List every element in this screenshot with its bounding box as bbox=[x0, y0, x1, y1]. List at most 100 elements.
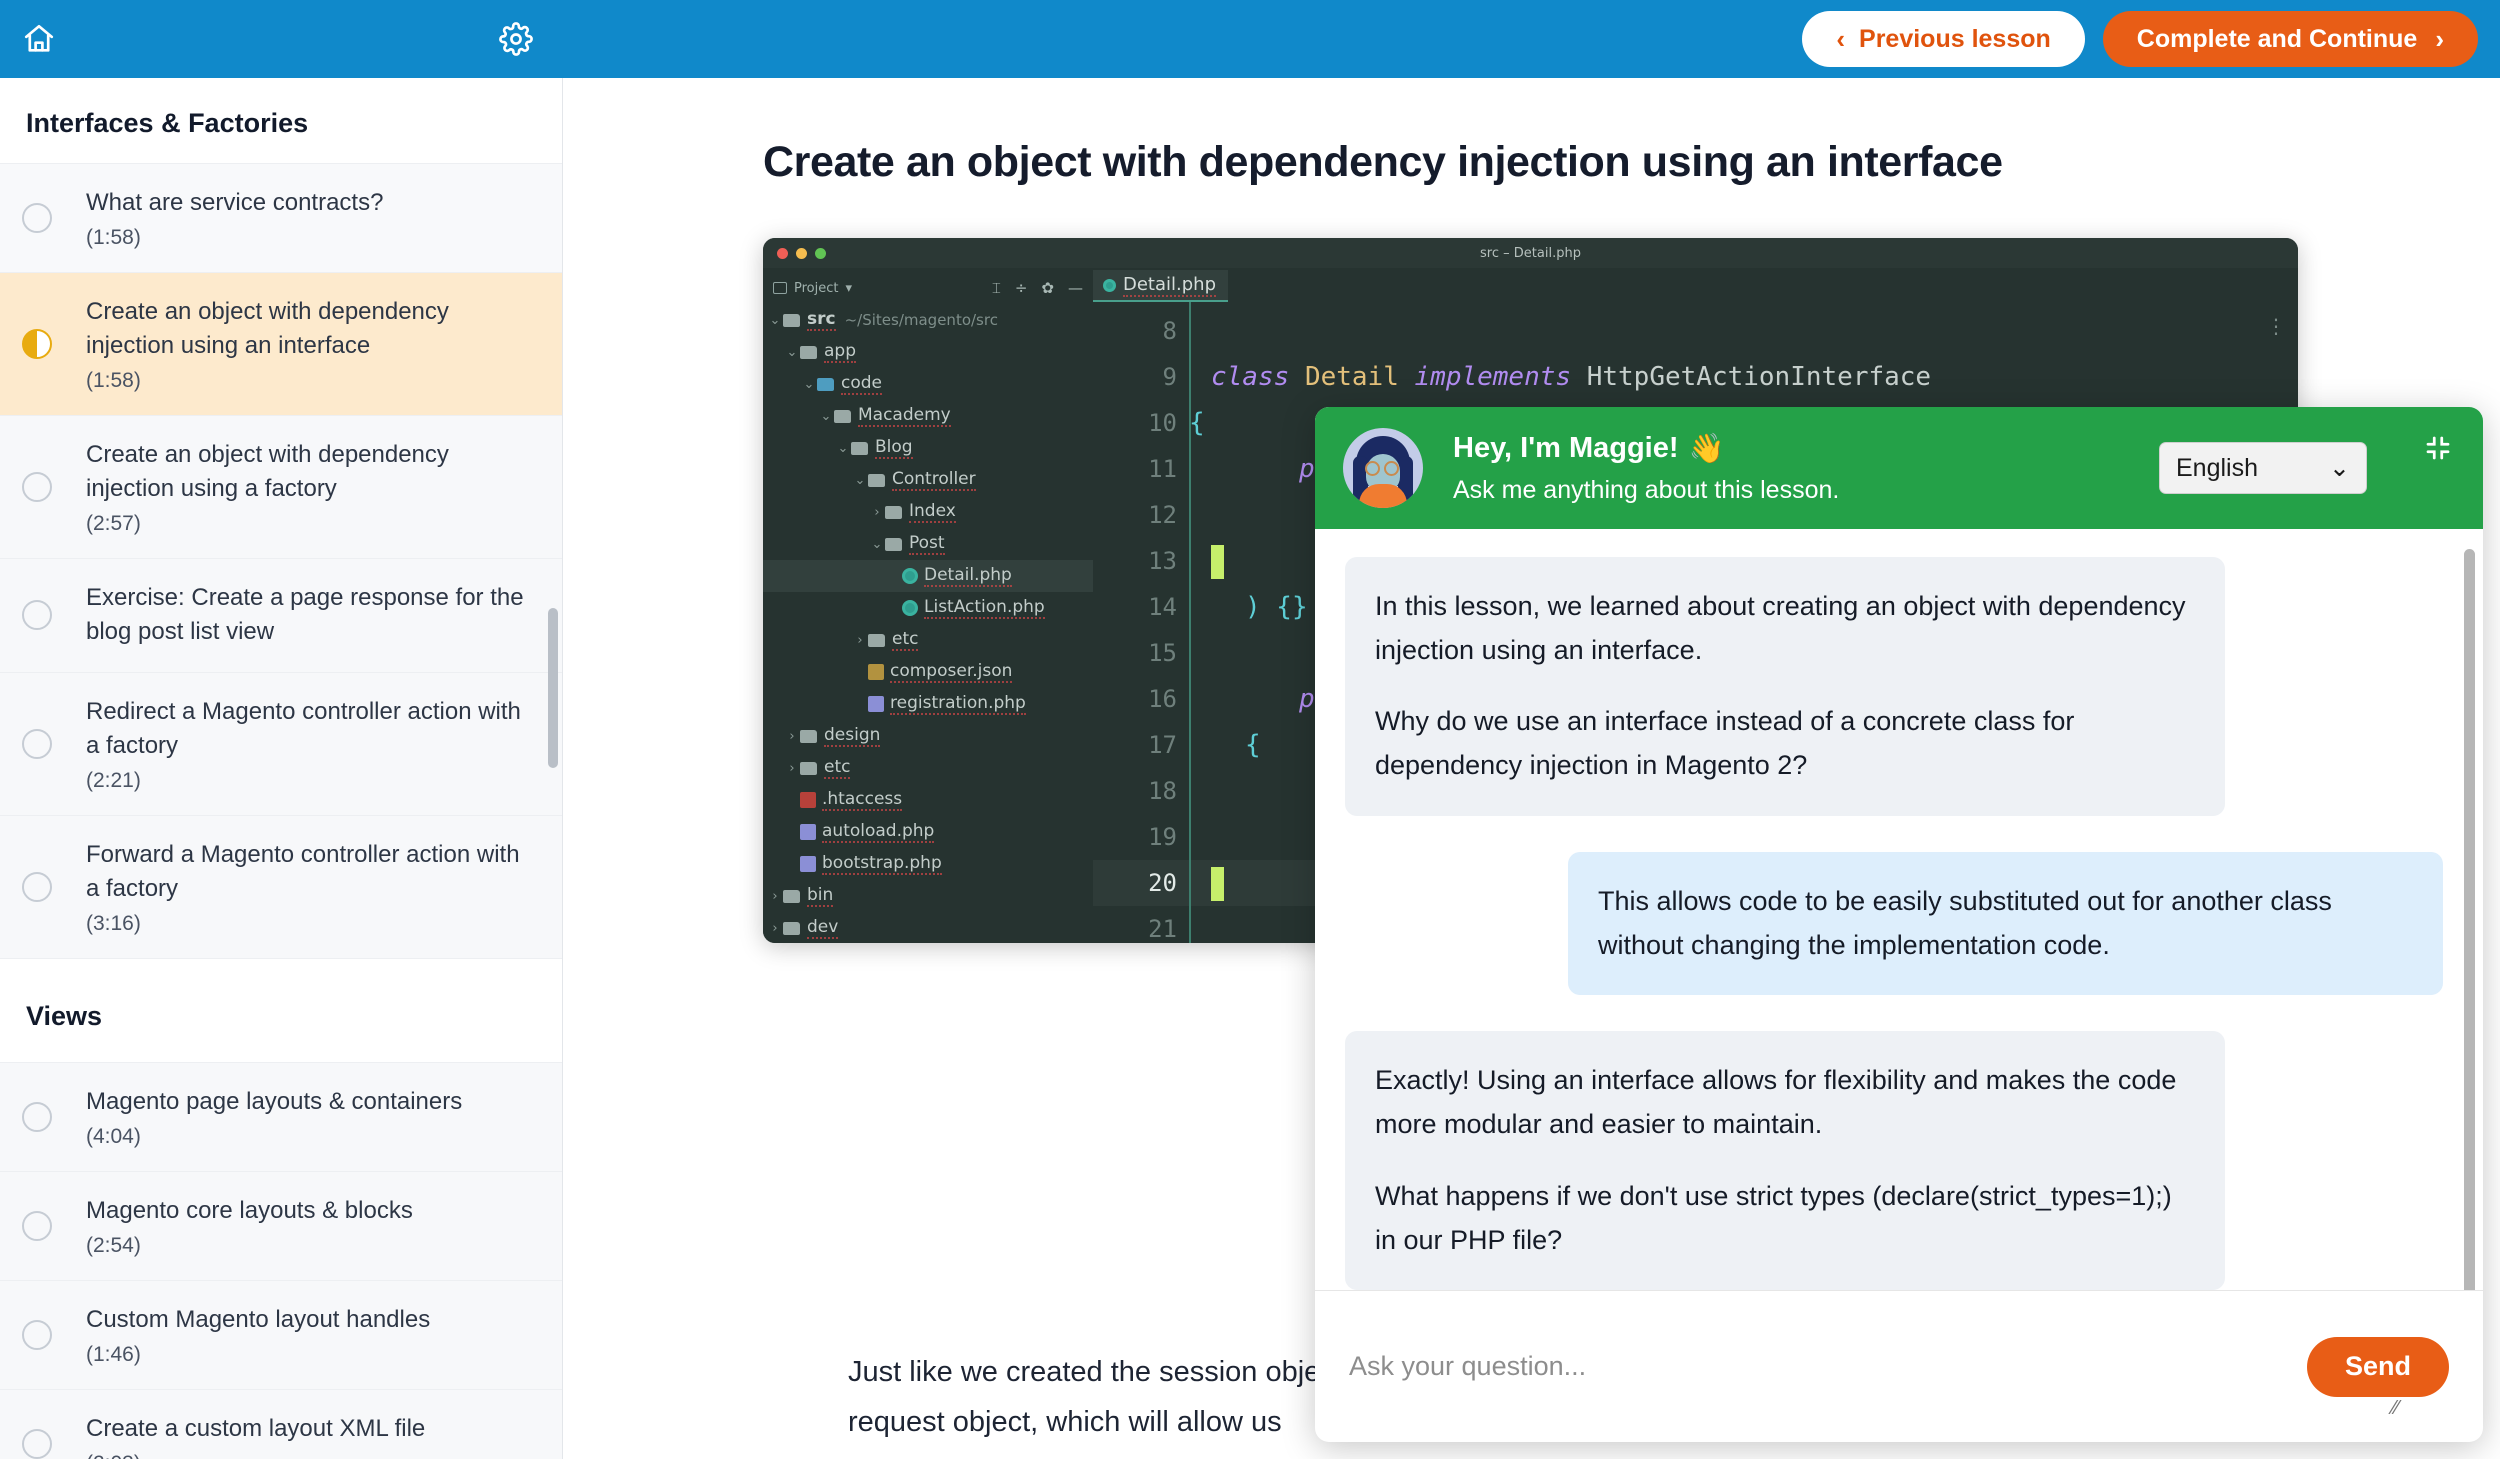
ide-tree-row[interactable]: .htaccess bbox=[763, 784, 1093, 816]
sidebar-item-text: Redirect a Magento controller action wit… bbox=[86, 695, 536, 793]
ide-tree-row[interactable]: ⌄ Post bbox=[763, 528, 1093, 560]
chat-message-paragraph: What happens if we don't use strict type… bbox=[1375, 1180, 2172, 1255]
chat-question-input[interactable] bbox=[1349, 1321, 2307, 1412]
sidebar-item-lesson[interactable]: Magento page layouts & containers (4:04) bbox=[0, 1063, 562, 1172]
sidebar-item-lesson[interactable]: Create a custom layout XML file (2:03) bbox=[0, 1390, 562, 1459]
ide-title-bar: src – Detail.php bbox=[763, 238, 2298, 268]
ide-tree-row[interactable]: ⌄ Blog bbox=[763, 432, 1093, 464]
sidebar-item-lesson[interactable]: Forward a Magento controller action with… bbox=[0, 816, 562, 959]
ide-tree-row[interactable]: ⌄ Controller bbox=[763, 464, 1093, 496]
sidebar-item-duration: (3:16) bbox=[86, 911, 141, 935]
complete-and-continue-button[interactable]: Complete and Continue › bbox=[2102, 11, 2478, 67]
maggie-greeting: Hey, I'm Maggie! bbox=[1453, 432, 1679, 464]
json-file-icon bbox=[868, 664, 884, 680]
folder-icon bbox=[783, 889, 800, 903]
sidebar-item-duration: (2:54) bbox=[86, 1234, 141, 1258]
chat-message-bot: In this lesson, we learned about creatin… bbox=[1345, 557, 2225, 816]
sidebar-item-label: Create a custom layout XML file bbox=[86, 1415, 426, 1443]
sidebar-scrollbar-thumb[interactable] bbox=[548, 608, 558, 768]
previous-lesson-label: Previous lesson bbox=[1859, 24, 2051, 53]
maggie-greeting-row: Hey, I'm Maggie! 👋 bbox=[1453, 432, 1839, 466]
gear-icon[interactable] bbox=[499, 22, 533, 56]
chat-message-paragraph: Exactly! Using an interface allows for f… bbox=[1375, 1065, 2177, 1140]
sidebar-item-text: Create a custom layout XML file (2:03) bbox=[86, 1412, 536, 1459]
progress-empty-icon bbox=[22, 1429, 52, 1459]
ide-line-number: 9 bbox=[1162, 363, 1177, 391]
ide-tree-label: .htaccess bbox=[822, 789, 903, 811]
chevron-right-icon: › bbox=[789, 728, 795, 744]
progress-empty-icon bbox=[22, 472, 52, 503]
ide-tree-row[interactable]: ⌄ src ~/Sites/magento/src bbox=[763, 304, 1093, 336]
ide-tree-label: Controller bbox=[892, 469, 976, 491]
sidebar-item-duration: (1:58) bbox=[86, 369, 141, 393]
ide-tree-row[interactable]: › bin bbox=[763, 880, 1093, 912]
ide-tree-row[interactable]: › dev bbox=[763, 912, 1093, 943]
php-class-icon bbox=[902, 600, 918, 616]
ide-tree-row[interactable]: ⌄ app bbox=[763, 336, 1093, 368]
sidebar-item-label: Redirect a Magento controller action wit… bbox=[86, 697, 521, 759]
sidebar-item-label: Exercise: Create a page response for the… bbox=[86, 584, 524, 646]
sidebar-item-label: Create an object with dependency injecti… bbox=[86, 441, 449, 503]
ide-tree-row[interactable]: Detail.php bbox=[763, 560, 1093, 592]
sidebar-item-text: Magento page layouts & containers (4:04) bbox=[86, 1085, 536, 1149]
sidebar-item-lesson[interactable]: Custom Magento layout handles (1:46) bbox=[0, 1281, 562, 1391]
progress-empty-icon bbox=[22, 1210, 52, 1241]
ide-tree-label: Index bbox=[909, 501, 956, 523]
previous-lesson-button[interactable]: ‹ Previous lesson bbox=[1802, 11, 2085, 67]
chevron-right-icon: › bbox=[772, 888, 778, 904]
ide-tree-row[interactable]: ⌄ Macademy bbox=[763, 400, 1093, 432]
ide-tree-row[interactable]: composer.json bbox=[763, 656, 1093, 688]
sidebar-item-lesson[interactable]: Magento core layouts & blocks (2:54) bbox=[0, 1172, 562, 1282]
ide-tree-toolbar-icons: ⌶ ÷ ✿ — bbox=[992, 279, 1083, 297]
ide-tree-row[interactable]: autoload.php bbox=[763, 816, 1093, 848]
ide-tree-row[interactable]: › etc bbox=[763, 752, 1093, 784]
chevron-right-icon: › bbox=[874, 504, 880, 520]
progress-empty-icon bbox=[22, 1320, 52, 1351]
sidebar-item-lesson[interactable]: Create an object with dependency injecti… bbox=[0, 273, 562, 417]
ide-tree-row[interactable]: ListAction.php bbox=[763, 592, 1093, 624]
ide-line-number: 11 bbox=[1148, 455, 1177, 483]
sidebar-item-lesson[interactable]: Redirect a Magento controller action wit… bbox=[0, 673, 562, 816]
ide-line-number: 20 bbox=[1093, 860, 1189, 906]
chevron-down-icon: ⌄ bbox=[2329, 454, 2350, 482]
sidebar-item-lesson[interactable]: Exercise: Create a page response for the… bbox=[0, 559, 562, 673]
ide-tree-label: src bbox=[807, 309, 836, 331]
language-select[interactable]: English ⌄ bbox=[2159, 442, 2367, 494]
ide-line-number: 21 bbox=[1148, 915, 1177, 943]
ide-tree-label: Macademy bbox=[858, 405, 951, 427]
course-sidebar[interactable]: Interfaces & Factories What are service c… bbox=[0, 78, 563, 1459]
ide-window-title: src – Detail.php bbox=[1480, 245, 1581, 261]
sidebar-item-text: What are service contracts? (1:58) bbox=[86, 186, 536, 250]
ide-tree-row[interactable]: bootstrap.php bbox=[763, 848, 1093, 880]
ide-code-line bbox=[1189, 308, 2298, 354]
sidebar-item-lesson[interactable]: Create an object with dependency injecti… bbox=[0, 416, 562, 560]
minimize-icon: — bbox=[1068, 279, 1083, 297]
maggie-chat-input-row: Send ⁄⁄ bbox=[1315, 1290, 2483, 1442]
progress-empty-icon bbox=[22, 871, 52, 902]
project-panel-icon bbox=[773, 282, 787, 294]
minimize-icon[interactable] bbox=[2423, 433, 2453, 463]
ide-tree-row[interactable]: › Index bbox=[763, 496, 1093, 528]
sidebar-item-label: What are service contracts? bbox=[86, 189, 384, 216]
ide-tree-row[interactable]: › design bbox=[763, 720, 1093, 752]
chat-scrollbar-thumb[interactable] bbox=[2464, 549, 2475, 1290]
ide-tree-label: etc bbox=[892, 629, 919, 651]
progress-empty-icon bbox=[22, 600, 52, 631]
sidebar-item-text: Forward a Magento controller action with… bbox=[86, 838, 536, 936]
maggie-chat-header: Hey, I'm Maggie! 👋 Ask me anything about… bbox=[1315, 407, 2483, 529]
ide-tree-row[interactable]: ⌄ code bbox=[763, 368, 1093, 400]
ide-tree-label: dev bbox=[807, 917, 839, 939]
home-icon[interactable] bbox=[22, 22, 56, 56]
sidebar-section-heading: Views bbox=[0, 958, 562, 1063]
sidebar-item-lesson[interactable]: What are service contracts? (1:58) bbox=[0, 164, 562, 274]
ide-tree-row[interactable]: › etc bbox=[763, 624, 1093, 656]
resize-grip-icon[interactable]: ⁄⁄ bbox=[2392, 1397, 2399, 1420]
send-button[interactable]: Send bbox=[2306, 1336, 2449, 1397]
ide-tree-row[interactable]: registration.php bbox=[763, 688, 1093, 720]
ide-line-number: 10 bbox=[1148, 409, 1177, 437]
ide-tree-label: bin bbox=[807, 885, 834, 907]
php-file-icon bbox=[800, 824, 816, 840]
maggie-chat-messages[interactable]: In this lesson, we learned about creatin… bbox=[1315, 529, 2483, 1290]
progress-empty-icon bbox=[22, 1101, 52, 1132]
ide-indent-guide bbox=[1189, 302, 1191, 943]
